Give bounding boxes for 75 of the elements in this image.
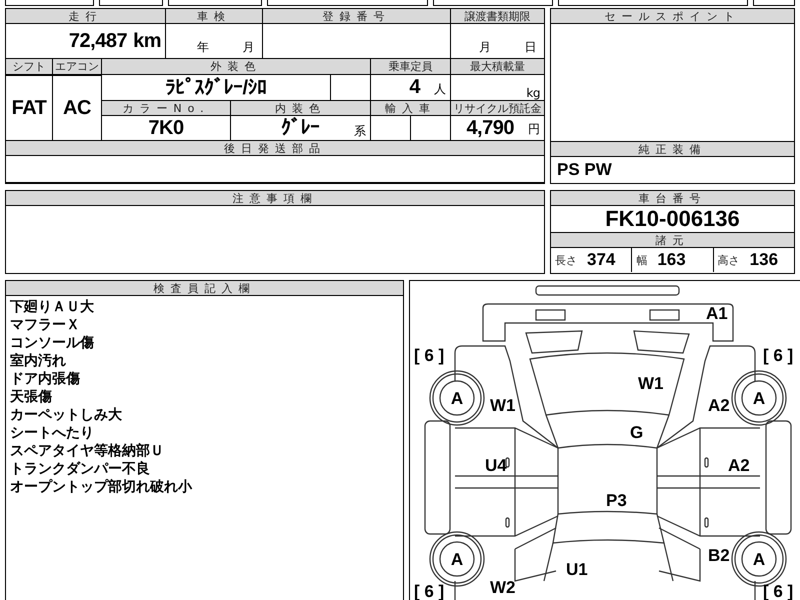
column-header: 最大積載量 <box>451 59 544 74</box>
chassis-number: FK10-006136 <box>604 206 741 232</box>
column-header: 後日発送部品 <box>6 141 544 155</box>
cell-value: 日 <box>524 39 536 56</box>
damage-code-label: W2 <box>490 578 516 597</box>
tire-grade-label: A <box>752 389 766 408</box>
equipment-value: PS PW <box>556 159 613 181</box>
inspector-note: マフラーＸ <box>10 316 81 334</box>
unit-label: 人 <box>434 81 446 98</box>
inspector-note: オープントップ部切れ破れ小 <box>10 478 194 496</box>
damage-code-label: G <box>630 423 644 442</box>
section-header: 注意事項欄 <box>6 191 544 206</box>
dimension-label: 高さ <box>718 252 740 268</box>
column-header: 登録番号 <box>263 9 450 23</box>
column-header: リサイクル預託金 <box>451 101 544 115</box>
damage-code-label: A1 <box>706 304 728 323</box>
form-cell <box>99 0 164 6</box>
unit-label: 円 <box>528 121 540 138</box>
section-header: 純正装備 <box>551 141 794 157</box>
inspector-note: 天張傷 <box>10 388 53 406</box>
column-header: 内装色 <box>231 101 370 115</box>
section-header: 車台番号 <box>551 191 794 206</box>
inspector-note: スペアタイヤ等格納部Ｕ <box>10 442 165 460</box>
damage-code-label: A2 <box>708 396 730 415</box>
cell-value: FAT <box>12 96 46 120</box>
column-header: シフト <box>6 59 52 74</box>
cell-value: 4,790 <box>466 116 514 140</box>
dimension-value: 374 <box>587 250 616 270</box>
cell-value: 7K0 <box>148 116 184 140</box>
dimension-value: 136 <box>750 250 778 270</box>
tread-depth-label: [ 6 ] <box>763 346 794 365</box>
inspector-note: 室内汚れ <box>10 352 67 370</box>
column-header: 走行 <box>6 9 165 23</box>
cell-value: 年 <box>197 39 208 56</box>
dimension-label: 長さ <box>555 252 577 268</box>
dimension-value: 163 <box>657 250 686 270</box>
column-header: 乗車定員 <box>371 59 450 74</box>
damage-code-label: P3 <box>606 491 627 510</box>
unit-label: 系 <box>354 123 366 140</box>
column-header: 輸入車 <box>371 101 450 115</box>
cell-value: kg <box>526 86 540 100</box>
cell-value: AC <box>63 96 91 120</box>
damage-code-label: W1 <box>638 374 664 393</box>
section-header: 諸元 <box>551 232 794 248</box>
tire-grade-label: A <box>450 389 464 408</box>
column-header: 譲渡書類期限 <box>451 9 544 23</box>
cell-value: 月 <box>479 39 490 56</box>
column-header: カラーNo. <box>102 101 230 115</box>
column-header: 外装色 <box>102 59 370 74</box>
section-header: 検査員記入欄 <box>6 281 403 296</box>
inspector-note: カーペットしみ大 <box>10 406 123 424</box>
section-header: セールスポイント <box>551 9 794 24</box>
damage-code-label: U4 <box>485 456 507 475</box>
damage-code-label: U1 <box>566 560 588 579</box>
inspector-note: トランクダンパー不良 <box>10 460 151 478</box>
damage-code-label: A2 <box>728 456 750 475</box>
inspector-note: 下廻りＡＵ大 <box>10 298 95 316</box>
cell-value: 月 <box>242 39 254 56</box>
tread-depth-label: [ 6 ] <box>414 346 444 365</box>
inspector-note: シートへたり <box>10 424 95 442</box>
inspector-note: ドア内張傷 <box>10 370 81 388</box>
form-cell <box>753 0 796 6</box>
cell-value: ｸﾞﾚｰ <box>281 116 320 140</box>
cell-value: 72,487 <box>68 30 128 52</box>
damage-code-label: W1 <box>490 396 516 415</box>
column-header: エアコン <box>53 59 101 74</box>
cell-value: ﾗﾋﾟｽｸﾞﾚｰ/ｼﾛ <box>165 76 267 100</box>
tire-grade-label: A <box>752 550 766 569</box>
damage-code-label: B2 <box>708 546 730 565</box>
inspector-note: コンソール傷 <box>10 334 95 352</box>
cell-value: 4 <box>409 76 420 99</box>
column-header: 車検 <box>166 9 262 23</box>
dimension-label: 幅 <box>636 252 648 268</box>
cell-value: km <box>133 30 161 52</box>
tire-grade-label: A <box>450 550 464 569</box>
